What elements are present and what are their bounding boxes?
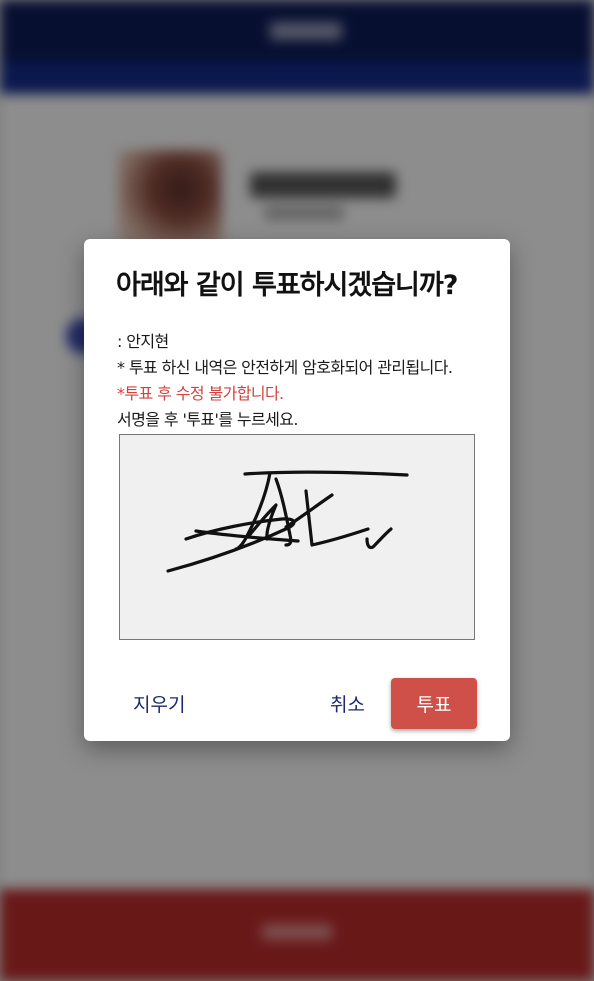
clear-signature-button[interactable]: 지우기 [133,690,185,717]
cancel-button[interactable]: 취소 [330,690,365,717]
vote-button[interactable]: 투표 [391,678,477,729]
candidate-line: : 안지현 [117,332,169,351]
signature-stroke [166,470,409,573]
no-edit-warning: *투표 후 수정 불가합니다. [117,384,284,403]
signature-pad[interactable] [119,434,475,640]
dialog-title: 아래와 같이 투표하시겠습니까? [116,270,458,301]
vote-confirm-dialog: 아래와 같이 투표하시겠습니까? : 안지현 * 투표 하신 내역은 안전하게 … [84,239,510,741]
dialog-info: : 안지현 * 투표 하신 내역은 안전하게 암호화되어 관리됩니다. *투표 … [117,329,497,433]
signature-instruction: 서명을 후 '투표'를 누르세요. [117,410,298,429]
encryption-notice: * 투표 하신 내역은 안전하게 암호화되어 관리됩니다. [117,358,453,377]
